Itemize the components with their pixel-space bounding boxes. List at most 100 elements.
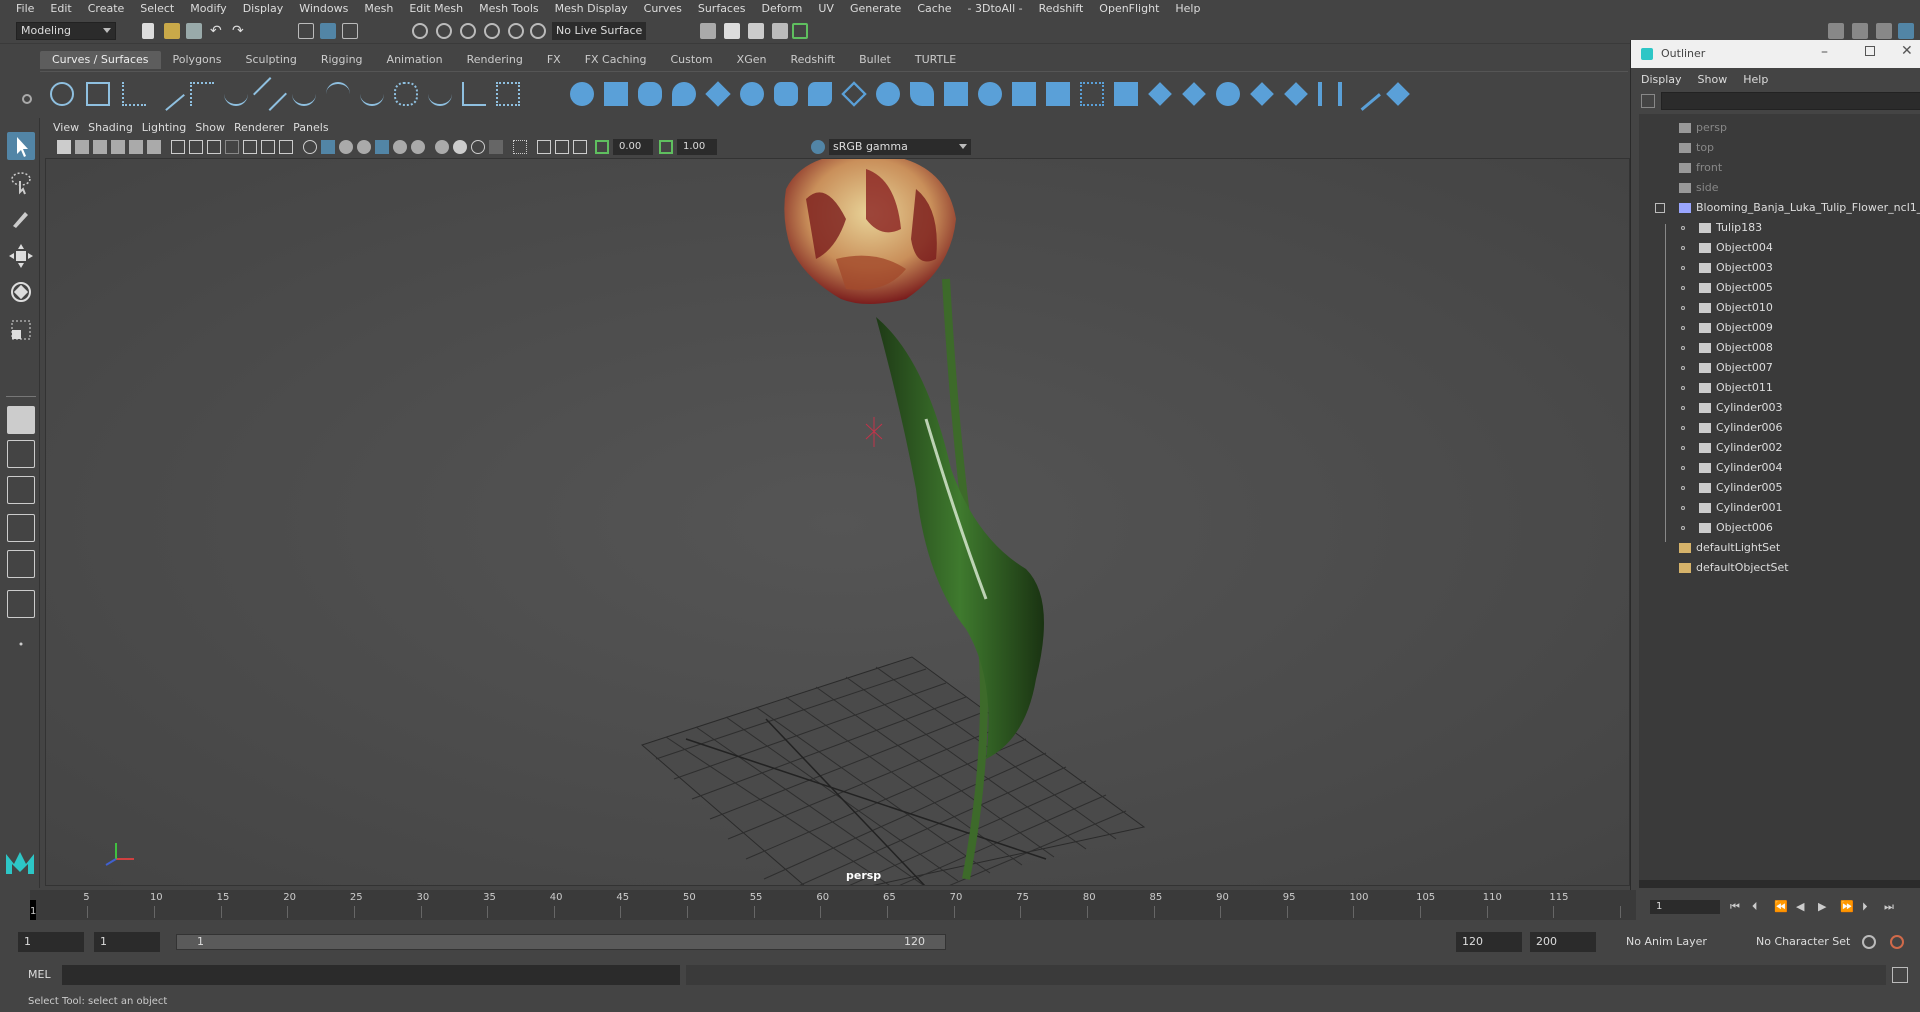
outliner-menu-help[interactable]: Help	[1743, 73, 1784, 86]
play-forwards-icon[interactable]: ▶	[1818, 900, 1830, 913]
shelf-tab-animation[interactable]: Animation	[375, 51, 455, 69]
snap-grid-icon[interactable]	[412, 23, 428, 39]
camera-attributes-icon[interactable]	[75, 140, 89, 154]
xray-components-icon[interactable]	[555, 140, 569, 154]
outliner-item[interactable]: Object004	[1699, 238, 1773, 258]
detach-surface-icon[interactable]	[1182, 82, 1206, 106]
menu-modify[interactable]: Modify	[182, 2, 234, 15]
resolution-gate-icon[interactable]	[207, 140, 221, 154]
shelf-tab-curves-surfaces[interactable]: Curves / Surfaces	[40, 51, 161, 69]
menu-redshift[interactable]: Redshift	[1031, 2, 1092, 15]
outliner-item[interactable]: Cylinder002	[1699, 438, 1783, 458]
outliner-item[interactable]: Cylinder005	[1699, 478, 1783, 498]
field-chart-icon[interactable]	[243, 140, 257, 154]
maximize-icon[interactable]	[1865, 46, 1875, 56]
grid-icon[interactable]	[171, 140, 185, 154]
menu-generate[interactable]: Generate	[842, 2, 909, 15]
panel-menu-view[interactable]: View	[53, 121, 88, 134]
hypershade-icon[interactable]	[772, 23, 788, 39]
ipr-render-icon[interactable]	[748, 23, 764, 39]
loft-icon[interactable]	[808, 82, 832, 106]
outliner-item[interactable]: Cylinder001	[1699, 498, 1783, 518]
planar-icon[interactable]	[841, 81, 867, 107]
outliner-item[interactable]: Object010	[1699, 298, 1773, 318]
script-editor-icon[interactable]	[1892, 967, 1908, 983]
menu-mesh-tools[interactable]: Mesh Tools	[471, 2, 547, 15]
hud-icon[interactable]	[573, 140, 587, 154]
minimize-icon[interactable]: –	[1821, 44, 1828, 60]
four-view-layout-icon[interactable]	[7, 440, 35, 468]
bevel-plus-icon[interactable]	[944, 82, 968, 106]
command-input[interactable]	[62, 965, 680, 985]
nurbs-torus-icon[interactable]	[740, 82, 764, 106]
outliner-item[interactable]: Object003	[1699, 258, 1773, 278]
scale-tool-icon[interactable]	[7, 316, 35, 344]
filter-icon[interactable]	[1641, 94, 1655, 108]
shelf-tab-custom[interactable]: Custom	[659, 51, 725, 69]
step-forward-key-icon[interactable]: ⏩	[1840, 900, 1854, 913]
anim-layer-dropdown[interactable]: No Anim Layer	[1626, 932, 1707, 952]
persp-graph-layout-icon[interactable]	[7, 514, 35, 542]
safe-title-icon[interactable]	[279, 140, 293, 154]
color-management-icon[interactable]	[811, 140, 825, 154]
panel-menu-lighting[interactable]: Lighting	[142, 121, 195, 134]
exposure-icon[interactable]	[595, 140, 609, 154]
outliner-item[interactable]: defaultLightSet	[1679, 538, 1780, 558]
outliner-item[interactable]: Tulip183	[1699, 218, 1762, 238]
paint-select-tool-icon[interactable]	[7, 204, 35, 232]
collapse-icon[interactable]	[1655, 203, 1665, 213]
panel-menu-shading[interactable]: Shading	[88, 121, 142, 134]
outliner-item[interactable]: Object005	[1699, 278, 1773, 298]
extrude-icon[interactable]	[876, 82, 900, 106]
nurbs-plane-icon[interactable]	[705, 81, 731, 107]
surface-editing-icon[interactable]	[1386, 82, 1410, 106]
outliner-menu-display[interactable]: Display	[1641, 73, 1698, 86]
animation-start-field[interactable]: 1	[18, 932, 84, 952]
isolate-select-icon[interactable]	[489, 140, 503, 154]
toggle-outliner-icon[interactable]	[1898, 23, 1914, 39]
shelf-tab-sculpting[interactable]: Sculpting	[233, 51, 308, 69]
gamma-icon[interactable]	[659, 140, 673, 154]
step-forward-frame-icon[interactable]: ⏵	[1862, 900, 1874, 913]
playback-start-field[interactable]: 1	[94, 932, 160, 952]
move-tool-icon[interactable]	[7, 242, 35, 270]
menu-set-dropdown[interactable]: Modeling	[16, 22, 116, 40]
more-layouts-icon[interactable]	[7, 630, 35, 658]
image-plane-icon[interactable]	[111, 140, 125, 154]
ep-curve-icon[interactable]	[151, 77, 185, 111]
intersect-curve-icon[interactable]	[253, 77, 287, 111]
xray-joints-icon[interactable]	[537, 140, 551, 154]
live-surface-field[interactable]: No Live Surface	[552, 22, 646, 40]
project-curve-icon[interactable]	[1046, 82, 1070, 106]
outliner-item[interactable]: Cylinder006	[1699, 418, 1783, 438]
nurbs-square-icon[interactable]	[86, 82, 110, 106]
nurbs-circle-icon[interactable]	[50, 82, 74, 106]
animation-preferences-icon[interactable]	[1890, 935, 1904, 949]
save-scene-icon[interactable]	[186, 23, 202, 39]
2d-pan-zoom-icon[interactable]	[129, 140, 143, 154]
panel-menu-show[interactable]: Show	[195, 121, 234, 134]
ambient-occlusion-icon[interactable]	[411, 140, 425, 154]
rebuild-surface-icon[interactable]	[1318, 82, 1342, 106]
auto-key-icon[interactable]	[1862, 935, 1876, 949]
panel-menu-panels[interactable]: Panels	[293, 121, 337, 134]
play-backwards-icon[interactable]: ◀	[1796, 900, 1808, 913]
bookmark-icon[interactable]	[93, 140, 107, 154]
script-language-label[interactable]: MEL	[28, 968, 51, 981]
make-live-icon[interactable]	[530, 23, 546, 39]
exposure-field[interactable]: 0.00	[613, 139, 653, 155]
character-set-dropdown[interactable]: No Character Set	[1756, 932, 1850, 952]
menu-create[interactable]: Create	[80, 2, 133, 15]
open-scene-icon[interactable]	[164, 23, 180, 39]
shelf-tab-rigging[interactable]: Rigging	[309, 51, 375, 69]
menu-uv[interactable]: UV	[810, 2, 842, 15]
persp-outliner-layout-icon[interactable]	[7, 476, 35, 504]
lasso-tool-icon[interactable]	[7, 168, 35, 196]
extend-surface-icon[interactable]	[1284, 82, 1308, 106]
time-ruler[interactable]: 1 5 10 15 20 25 30 35 40 45 50 55 60 65 70 75 80 85 90 95 1…	[30, 890, 1636, 920]
render-view-icon[interactable]	[792, 23, 808, 39]
nurbs-cube-icon[interactable]	[604, 82, 628, 106]
single-perspective-layout-icon[interactable]	[7, 406, 35, 434]
menu-mesh-display[interactable]: Mesh Display	[547, 2, 636, 15]
range-bar[interactable]: 1 120	[176, 934, 946, 950]
